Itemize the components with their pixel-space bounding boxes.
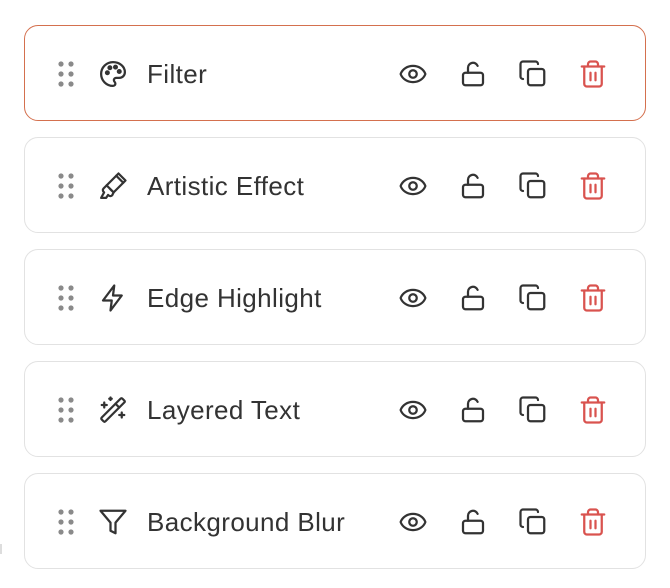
drag-handle-icon[interactable] xyxy=(57,60,75,88)
copy-icon[interactable] xyxy=(518,395,548,425)
unlock-icon[interactable] xyxy=(458,283,488,313)
layer-name: Artistic Effect xyxy=(147,171,305,201)
drag-handle-icon[interactable] xyxy=(57,284,75,312)
copy-icon[interactable] xyxy=(518,507,548,537)
layer-name: Background Blur xyxy=(147,507,346,537)
layer-name: Filter xyxy=(147,59,208,89)
resize-edge xyxy=(0,544,2,554)
trash-icon[interactable] xyxy=(578,59,608,89)
layer-row-edge-highlight[interactable]: Edge Highlight xyxy=(24,249,646,345)
unlock-icon[interactable] xyxy=(458,59,488,89)
trash-icon[interactable] xyxy=(578,507,608,537)
brush-icon xyxy=(98,171,128,201)
copy-icon[interactable] xyxy=(518,283,548,313)
trash-icon[interactable] xyxy=(578,171,608,201)
eye-icon[interactable] xyxy=(398,171,428,201)
unlock-icon[interactable] xyxy=(458,507,488,537)
layer-name: Edge Highlight xyxy=(147,283,322,313)
magic-wand-icon xyxy=(98,395,128,425)
eye-icon[interactable] xyxy=(398,283,428,313)
layer-name: Layered Text xyxy=(147,395,301,425)
copy-icon[interactable] xyxy=(518,59,548,89)
layer-list: Filter Artistic Effect Edge Highlight La… xyxy=(24,25,646,585)
trash-icon[interactable] xyxy=(578,283,608,313)
drag-handle-icon[interactable] xyxy=(57,396,75,424)
layer-row-artistic-effect[interactable]: Artistic Effect xyxy=(24,137,646,233)
zap-icon xyxy=(98,283,128,313)
layer-row-filter[interactable]: Filter xyxy=(24,25,646,121)
unlock-icon[interactable] xyxy=(458,171,488,201)
drag-handle-icon[interactable] xyxy=(57,508,75,536)
copy-icon[interactable] xyxy=(518,171,548,201)
layer-row-background-blur[interactable]: Background Blur xyxy=(24,473,646,569)
unlock-icon[interactable] xyxy=(458,395,488,425)
drag-handle-icon[interactable] xyxy=(57,172,75,200)
layer-row-layered-text[interactable]: Layered Text xyxy=(24,361,646,457)
funnel-icon xyxy=(98,507,128,537)
eye-icon[interactable] xyxy=(398,59,428,89)
eye-icon[interactable] xyxy=(398,507,428,537)
eye-icon[interactable] xyxy=(398,395,428,425)
palette-icon xyxy=(98,59,128,89)
trash-icon[interactable] xyxy=(578,395,608,425)
